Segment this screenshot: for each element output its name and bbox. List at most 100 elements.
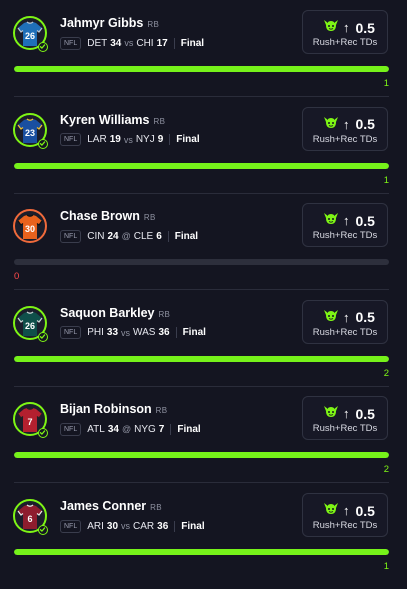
pick-line-value: 0.5: [355, 116, 375, 133]
matchup-separator: vs: [123, 134, 133, 145]
game-info: NFL ARI 30 vs CAR 36 Final: [60, 519, 205, 533]
pick-line-value: 0.5: [355, 19, 375, 36]
score-away: 6: [156, 230, 162, 242]
pick-stat-label: Rush+Rec TDs: [312, 423, 378, 435]
goblin-icon: [323, 115, 339, 134]
pick-card[interactable]: ↑ 0.5 Rush+Rec TDs: [302, 299, 388, 344]
pick-stat-label: Rush+Rec TDs: [312, 520, 378, 531]
score-home: 34: [107, 423, 119, 435]
matchup-separator: vs: [121, 521, 131, 531]
matchup-separator: @: [121, 231, 131, 242]
player-position: RB: [150, 503, 162, 512]
progress-bar: [14, 355, 389, 362]
player-name-line: James Conner RB: [60, 499, 162, 513]
player-name-line: Kyren Williams RB: [60, 113, 165, 127]
progress-bar: [14, 549, 389, 555]
score-away: 17: [156, 37, 168, 49]
league-badge: NFL: [60, 422, 82, 436]
progress-fill: [14, 452, 389, 459]
team-home: ARI: [87, 520, 104, 532]
arrow-up-icon: ↑: [343, 213, 350, 229]
team-away: NYJ: [135, 134, 155, 146]
progress-fill: [14, 162, 389, 169]
league-badge: NFL: [60, 229, 82, 243]
check-icon: [38, 428, 48, 439]
league-badge: NFL: [60, 326, 82, 340]
score-away: 36: [158, 327, 170, 339]
goblin-icon: [323, 404, 339, 423]
player-avatar: 30: [13, 209, 47, 244]
player-name-line: Jahmyr Gibbs RB: [60, 16, 159, 30]
team-away: WAS: [133, 327, 156, 339]
arrow-up-icon: ↑: [343, 116, 350, 132]
score-home: 33: [106, 327, 119, 339]
arrow-up-icon: ↑: [343, 406, 350, 422]
player-name-line: Saquon Barkley RB: [60, 306, 170, 320]
player-position: RB: [158, 309, 171, 319]
pick-stat-label: Rush+Rec TDs: [312, 133, 378, 145]
jersey-icon: 30: [17, 214, 43, 240]
player-position: RB: [143, 213, 156, 223]
goblin-icon: [323, 211, 339, 230]
goblin-icon: [323, 501, 339, 520]
pick-card[interactable]: ↑ 0.5 Rush+Rec TDs: [302, 203, 388, 248]
team-home: ATL: [87, 423, 105, 435]
progress-fill: [14, 355, 389, 362]
divider: [173, 37, 175, 49]
pick-row[interactable]: 23 Kyren Williams RB NFL LAR 19 vs NYJ 9 …: [0, 97, 407, 194]
pick-row[interactable]: 26 Jahmyr Gibbs RB NFL DET 34 vs CHI 17 F…: [0, 0, 407, 98]
pick-card[interactable]: ↑ 0.5 Rush+Rec TDs: [302, 10, 388, 54]
jersey-number: 30: [25, 224, 35, 234]
game-status: Final: [177, 423, 201, 435]
game-info: NFL LAR 19 vs NYJ 9 Final: [60, 133, 200, 147]
pick-stat-label: Rush+Rec TDs: [312, 230, 378, 242]
player-name: Jahmyr Gibbs: [60, 16, 144, 30]
player-name: Saquon Barkley: [60, 305, 155, 320]
team-home: LAR: [87, 134, 107, 146]
pick-row[interactable]: 7 Bijan Robinson RB NFL ATL 34 @ NYG 7 Fi…: [0, 386, 407, 484]
game-info: NFL DET 34 vs CHI 17 Final: [60, 36, 204, 50]
player-name-line: Chase Brown RB: [60, 209, 156, 223]
game-status: Final: [182, 327, 206, 339]
pick-line-value: 0.5: [355, 309, 375, 326]
progress-bar: [14, 162, 389, 169]
league-badge: NFL: [60, 133, 82, 147]
game-status: Final: [181, 520, 205, 532]
progress-bar: [14, 452, 389, 459]
pick-row[interactable]: 30 Chase Brown RB NFL CIN 24 @ CLE 6 Fina…: [0, 193, 407, 291]
game-info: NFL ATL 34 @ NYG 7 Final: [60, 422, 201, 436]
pick-line-value: 0.5: [355, 405, 375, 422]
jersey-number: 7: [27, 417, 32, 427]
pick-card[interactable]: ↑ 0.5 Rush+Rec TDs: [302, 106, 388, 151]
check-icon: [38, 331, 48, 342]
player-position: RB: [155, 406, 168, 416]
check-icon: [38, 525, 48, 535]
result-value: 1: [383, 561, 389, 572]
league-badge: NFL: [60, 36, 82, 50]
jersey-number: 23: [25, 128, 35, 138]
divider: [175, 327, 177, 339]
player-position: RB: [153, 116, 166, 126]
team-home: CIN: [87, 230, 105, 242]
goblin-icon: [323, 18, 339, 37]
team-home: PHI: [87, 327, 104, 339]
game-status: Final: [176, 134, 200, 146]
check-icon: [38, 138, 48, 149]
divider: [174, 520, 176, 532]
progress-fill: [14, 66, 389, 72]
jersey-number: 6: [27, 514, 32, 524]
pick-row[interactable]: 6 James Conner RB NFL ARI 30 vs CAR 36 Fi…: [0, 483, 407, 580]
game-status: Final: [180, 37, 205, 49]
result-value: 2: [383, 464, 389, 476]
player-position: RB: [147, 20, 160, 29]
jersey-number: 26: [25, 321, 35, 331]
pick-card[interactable]: ↑ 0.5 Rush+Rec TDs: [302, 396, 388, 441]
score-away: 36: [157, 520, 169, 532]
player-name: Chase Brown: [60, 209, 140, 224]
pick-card[interactable]: ↑ 0.5 Rush+Rec TDs: [302, 493, 388, 537]
player-name: Bijan Robinson: [60, 402, 152, 417]
pick-row[interactable]: 26 Saquon Barkley RB NFL PHI 33 vs WAS 36…: [0, 290, 407, 387]
game-info: NFL PHI 33 vs WAS 36 Final: [60, 326, 206, 340]
league-badge: NFL: [60, 519, 82, 533]
score-away: 7: [158, 423, 165, 435]
